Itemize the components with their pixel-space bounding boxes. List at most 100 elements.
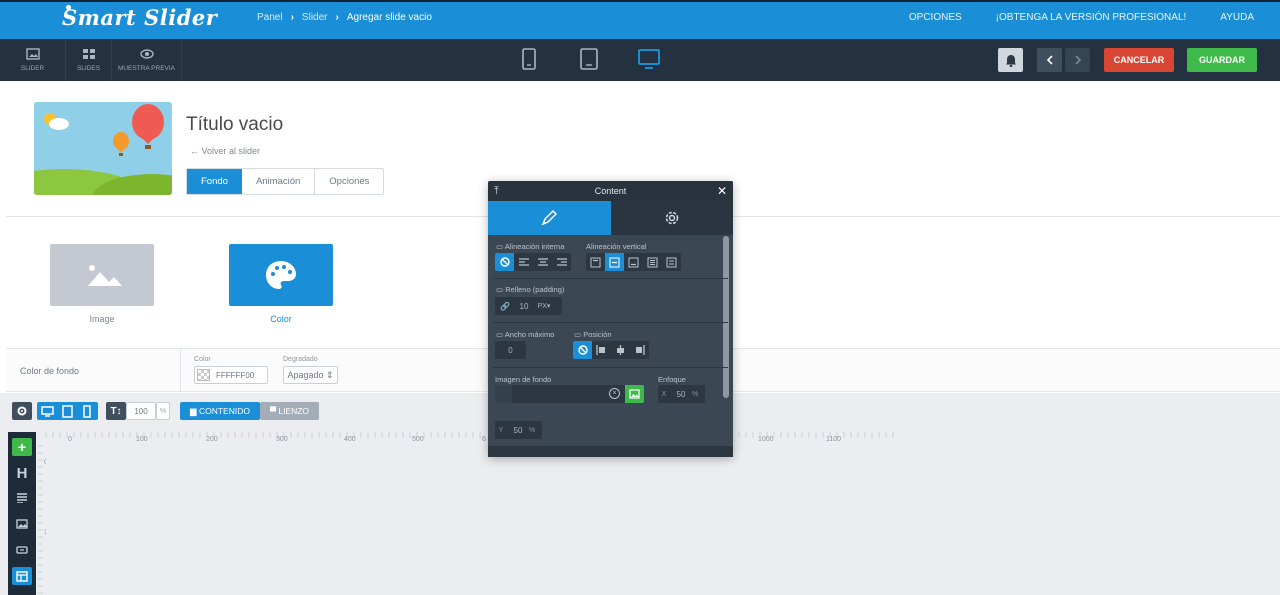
arrow-left-icon: ← bbox=[190, 146, 199, 156]
ruler-label: 500 bbox=[412, 436, 424, 442]
padding-field[interactable]: 🔗 10 PX▾ bbox=[495, 297, 562, 315]
ruler-label: 100 bbox=[136, 436, 148, 442]
position-center-button[interactable] bbox=[611, 341, 630, 359]
align-left-button[interactable] bbox=[514, 253, 533, 271]
close-icon[interactable]: ✕ bbox=[717, 181, 727, 201]
slides-button-label: SLIDES bbox=[76, 65, 101, 72]
align-right-button[interactable] bbox=[552, 253, 571, 271]
tab-style[interactable] bbox=[488, 201, 611, 235]
button-icon bbox=[16, 546, 28, 554]
breadcrumb: Panel › Slider › Agregar slide vacio bbox=[257, 12, 432, 23]
breadcrumb-panel[interactable]: Panel bbox=[257, 12, 283, 23]
ruler-label: 300 bbox=[276, 436, 288, 442]
panel-scrollbar[interactable] bbox=[723, 236, 729, 398]
breadcrumb-slider[interactable]: Slider bbox=[302, 12, 328, 23]
link-icon[interactable]: 🔗 bbox=[495, 302, 515, 311]
help-link[interactable]: AYUDA bbox=[1220, 12, 1254, 23]
valign-space-button[interactable] bbox=[662, 253, 681, 271]
gradient-select[interactable]: Apagado ⇕ bbox=[283, 366, 338, 384]
paragraph-icon bbox=[17, 493, 27, 503]
tab-animation[interactable]: Animación bbox=[242, 169, 316, 194]
focus-x-field[interactable]: X 50 % bbox=[658, 385, 705, 403]
tab-options[interactable]: Opciones bbox=[315, 169, 383, 194]
gear-icon bbox=[665, 211, 678, 225]
focus-label: Enfoque bbox=[658, 375, 686, 384]
valign-bottom-icon bbox=[628, 257, 639, 267]
tab-settings[interactable] bbox=[610, 201, 733, 235]
calendar-icon: ▆ bbox=[190, 405, 197, 416]
bg-image-field[interactable]: × bbox=[495, 385, 625, 403]
align-center-button[interactable] bbox=[533, 253, 552, 271]
zoom-unit: % bbox=[156, 402, 170, 420]
save-button[interactable]: GUARDAR bbox=[1187, 48, 1257, 72]
position-none-button[interactable] bbox=[573, 341, 592, 359]
valign-bottom-button[interactable] bbox=[624, 253, 643, 271]
mode-content-button[interactable]: ▆ CONTENIDO bbox=[180, 402, 260, 420]
zoom-input[interactable]: 100 bbox=[126, 402, 156, 420]
color-swatch[interactable] bbox=[197, 369, 210, 381]
button-layer-button[interactable] bbox=[12, 541, 32, 559]
bg-color-row-label: Color de fondo bbox=[20, 366, 80, 376]
next-slide-button[interactable] bbox=[1065, 48, 1090, 72]
device-desktop-button[interactable] bbox=[637, 48, 661, 75]
device-tablet-button[interactable] bbox=[579, 48, 599, 75]
slide-thumbnail[interactable] bbox=[34, 102, 172, 195]
slider-button[interactable]: SLIDER bbox=[0, 39, 66, 81]
position-right-button[interactable] bbox=[630, 341, 649, 359]
device-phone-button[interactable] bbox=[521, 48, 537, 75]
cancel-button[interactable]: CANCELAR bbox=[1104, 48, 1174, 72]
image-layer-button[interactable] bbox=[12, 515, 32, 533]
valign-top-button[interactable] bbox=[586, 253, 605, 271]
mode-canvas-button[interactable]: ▀ LIENZO bbox=[260, 402, 319, 420]
ruler-label: 6 bbox=[482, 436, 486, 442]
max-width-field[interactable]: 0 bbox=[495, 341, 526, 359]
valign-space-icon bbox=[666, 257, 677, 267]
align-center-icon bbox=[537, 257, 548, 266]
valign-middle-button[interactable] bbox=[605, 253, 624, 271]
bg-image-option[interactable] bbox=[50, 244, 154, 306]
chevron-right-icon: › bbox=[290, 12, 294, 23]
prev-slide-button[interactable] bbox=[1037, 48, 1062, 72]
padding-unit[interactable]: PX▾ bbox=[533, 302, 555, 310]
align-none-button[interactable] bbox=[495, 253, 514, 271]
position-left-icon bbox=[596, 345, 605, 355]
text-layer-button[interactable] bbox=[12, 489, 32, 507]
bg-image-label: Image bbox=[89, 314, 115, 324]
grid-icon bbox=[82, 49, 95, 59]
slide-title[interactable]: Título vacio bbox=[186, 114, 283, 136]
breadcrumb-current[interactable]: Agregar slide vacio bbox=[347, 12, 432, 23]
logo[interactable]: Smart Slider bbox=[62, 5, 217, 30]
valign-justify-button[interactable] bbox=[643, 253, 662, 271]
pin-icon[interactable]: ⤒ bbox=[494, 181, 499, 201]
monitor-icon: ▭ bbox=[496, 330, 504, 339]
options-link[interactable]: OPCIONES bbox=[909, 12, 962, 23]
panel-tabs bbox=[488, 201, 733, 235]
structure-layer-button[interactable] bbox=[12, 567, 32, 585]
ruler-label: 1000 bbox=[758, 436, 774, 442]
tab-background[interactable]: Fondo bbox=[187, 169, 242, 194]
select-arrows-icon: ⇕ bbox=[326, 369, 334, 380]
focus-x-label: X bbox=[661, 390, 667, 398]
focus-y-field[interactable]: Y 50 % bbox=[495, 421, 542, 439]
preview-button[interactable]: MUESTRA PREVIA bbox=[112, 39, 182, 81]
notifications-button[interactable] bbox=[998, 48, 1023, 72]
bg-image-preview bbox=[495, 385, 512, 403]
chevron-right-icon: › bbox=[335, 12, 339, 23]
clear-icon[interactable]: × bbox=[609, 388, 620, 399]
slides-button[interactable]: SLIDES bbox=[66, 39, 112, 81]
padding-label: ▭ Relleno (padding) bbox=[496, 285, 564, 294]
back-to-slider-link[interactable]: ← Volver al slider bbox=[190, 146, 260, 156]
bg-color-option[interactable] bbox=[229, 244, 333, 306]
choose-image-button[interactable] bbox=[625, 385, 644, 403]
position-left-button[interactable] bbox=[592, 341, 611, 359]
panel-title: Content bbox=[594, 186, 627, 196]
text-size-icon: T↕ bbox=[106, 402, 126, 420]
heading-layer-button[interactable]: H bbox=[12, 464, 32, 482]
get-pro-link[interactable]: ¡OBTENGA LA VERSIÓN PROFESIONAL! bbox=[996, 12, 1187, 23]
canvas-settings-button[interactable] bbox=[12, 402, 32, 420]
align-right-icon bbox=[556, 257, 567, 266]
color-field[interactable]: FFFFFF00 bbox=[194, 366, 268, 384]
gradient-value: Apagado bbox=[287, 370, 324, 380]
add-layer-button[interactable]: + bbox=[12, 438, 32, 456]
panel-header[interactable]: ⤒ Content ✕ bbox=[488, 181, 733, 201]
